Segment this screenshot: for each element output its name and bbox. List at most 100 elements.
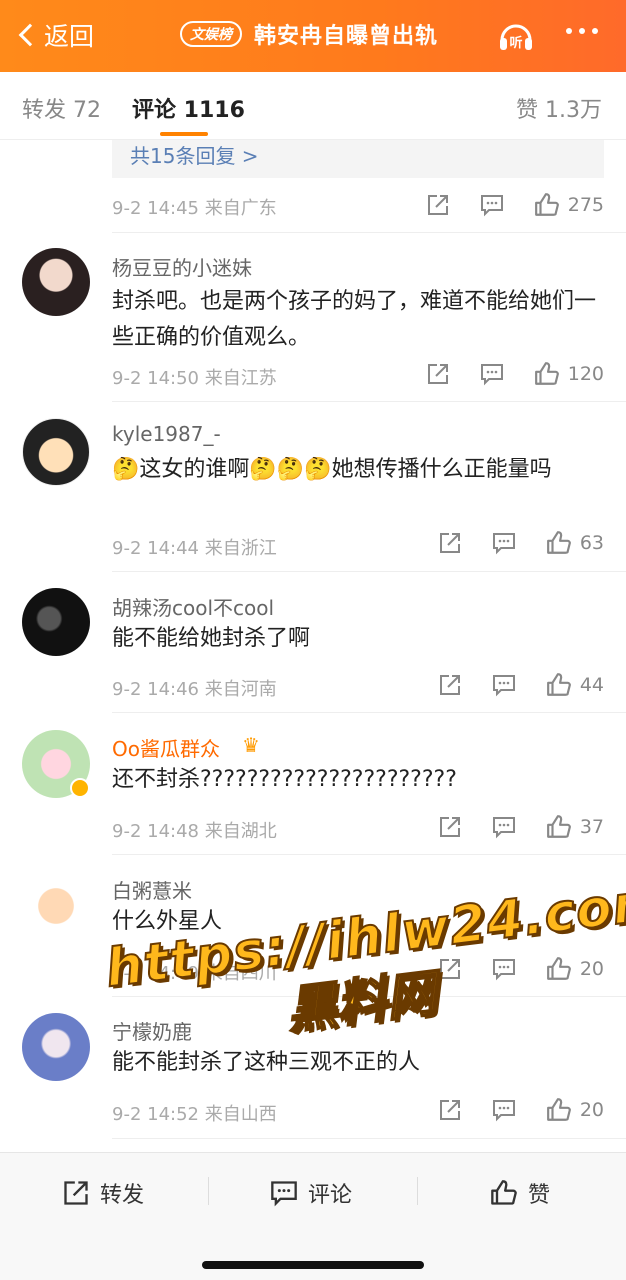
like-count: 20	[579, 958, 604, 980]
dot-icon	[592, 28, 598, 34]
like-count: 63	[579, 532, 604, 554]
thumbs-up-icon	[546, 673, 571, 696]
repost-label: 转发	[100, 1183, 145, 1208]
back-button[interactable]: 返回	[14, 14, 94, 56]
divider	[112, 854, 626, 855]
reply-button[interactable]	[480, 193, 504, 217]
comment-text: 🤔这女的谁啊🤔🤔🤔她想传播什么正能量吗	[112, 457, 552, 482]
like-count: 120	[567, 363, 604, 385]
share-icon	[439, 959, 460, 979]
username[interactable]: 杨豆豆的小迷妹	[112, 252, 252, 281]
detail-tabs: 转发 72 评论 1116 赞 1.3万	[0, 72, 626, 140]
like-button[interactable]: 20	[546, 956, 604, 982]
divider	[112, 996, 626, 997]
username[interactable]: Oo酱瓜群众	[112, 733, 220, 762]
top-header: 返回 文娱榜 韩安冉自曝曾出轨 听	[0, 0, 626, 72]
comment-meta: 9-2 14:50 来自江苏	[112, 368, 277, 389]
crown-icon: ♛	[242, 733, 260, 757]
share-icon	[64, 1181, 88, 1205]
comment-text: 什么外星人	[112, 909, 223, 934]
thumbs-up-icon	[546, 957, 571, 980]
comment-meta: 9-2 14:48 来自湖北	[112, 821, 277, 842]
comment-meta: 9-2 14:52 来自山西	[112, 1104, 277, 1125]
comment-text: 能不能给她封杀了啊	[112, 626, 311, 651]
repost-button[interactable]: 转发	[62, 1177, 144, 1209]
comment-text: 还不封杀??????????????????????	[112, 767, 457, 792]
username[interactable]: kyle1987_-	[112, 422, 221, 446]
comment-icon	[492, 817, 515, 839]
share-button[interactable]	[438, 815, 462, 839]
home-indicator[interactable]	[202, 1261, 424, 1269]
comment-label: 评论	[308, 1183, 353, 1208]
divider	[112, 401, 626, 402]
share-button[interactable]	[438, 957, 462, 981]
share-button[interactable]	[426, 193, 450, 217]
comment-actions: 20	[408, 1097, 604, 1123]
like-count: 37	[579, 816, 604, 838]
username[interactable]: 胡辣汤cool不cool	[112, 592, 274, 621]
username[interactable]: 宁檬奶鹿	[112, 1016, 192, 1045]
share-icon	[439, 817, 460, 837]
like-button[interactable]: 赞	[490, 1177, 550, 1209]
share-button[interactable]	[438, 531, 462, 555]
reply-button[interactable]	[492, 1098, 516, 1122]
avatar[interactable]	[22, 872, 90, 940]
like-button[interactable]: 120	[534, 361, 604, 387]
divider	[112, 1138, 626, 1139]
reply-button[interactable]	[492, 531, 516, 555]
replies-box: 共15条回复 >	[112, 140, 604, 178]
like-button[interactable]: 44	[546, 672, 604, 698]
avatar[interactable]	[22, 588, 90, 656]
reply-button[interactable]	[492, 815, 516, 839]
comment-icon	[480, 195, 503, 217]
comment-icon	[492, 959, 515, 981]
username[interactable]: 白粥薏米	[112, 875, 192, 904]
comment-actions: 120	[396, 361, 604, 387]
share-icon	[439, 533, 460, 553]
share-icon	[439, 1100, 460, 1120]
tab-repost[interactable]: 转发 72	[22, 92, 101, 124]
avatar[interactable]	[22, 418, 90, 486]
back-label: 返回	[44, 22, 95, 51]
thumbs-up-icon	[546, 1098, 571, 1121]
thumbs-up-icon	[491, 1180, 517, 1205]
thumbs-up-icon	[534, 362, 559, 385]
like-button[interactable]: 275	[534, 192, 604, 218]
share-button[interactable]	[438, 673, 462, 697]
share-icon	[427, 364, 448, 384]
headphone-icon: 听	[500, 24, 532, 51]
like-button[interactable]: 63	[546, 530, 604, 556]
comment-text: 封杀吧。也是两个孩子的妈了，难道不能给她们一些正确的价值观么。	[112, 289, 597, 350]
share-button[interactable]	[426, 362, 450, 386]
like-label: 赞	[528, 1183, 551, 1208]
comment-actions: 44	[408, 672, 604, 698]
share-button[interactable]	[438, 1098, 462, 1122]
listen-button[interactable]: 听	[496, 16, 536, 56]
reply-button[interactable]	[492, 673, 516, 697]
more-menu-button[interactable]	[566, 28, 598, 34]
comment-actions: 37	[408, 814, 604, 840]
like-button[interactable]: 37	[546, 814, 604, 840]
comment-icon	[492, 533, 515, 555]
like-count: 275	[567, 194, 604, 216]
comment-meta: 9-2 14:49 来自四川	[112, 963, 277, 984]
tab-likes[interactable]: 赞 1.3万	[516, 92, 602, 124]
comment-button[interactable]: 评论	[270, 1177, 352, 1209]
like-button[interactable]: 20	[546, 1097, 604, 1123]
tab-comments[interactable]: 评论 1116	[132, 92, 245, 124]
thumbs-up-icon	[546, 531, 571, 554]
comment-icon	[492, 675, 515, 697]
avatar[interactable]	[22, 1013, 90, 1081]
comment-text: 能不能封杀了这种三观不正的人	[112, 1050, 421, 1075]
reply-button[interactable]	[492, 957, 516, 981]
listen-label: 听	[509, 35, 522, 51]
comment-actions: 63	[408, 530, 604, 556]
view-replies-link[interactable]: 共15条回复 >	[130, 140, 259, 169]
reply-button[interactable]	[480, 362, 504, 386]
comment-icon	[480, 364, 503, 386]
divider	[112, 232, 626, 233]
comment-actions: 20	[408, 956, 604, 982]
avatar[interactable]	[22, 248, 90, 316]
active-tab-indicator	[160, 132, 208, 136]
thumbs-up-icon	[546, 815, 571, 838]
